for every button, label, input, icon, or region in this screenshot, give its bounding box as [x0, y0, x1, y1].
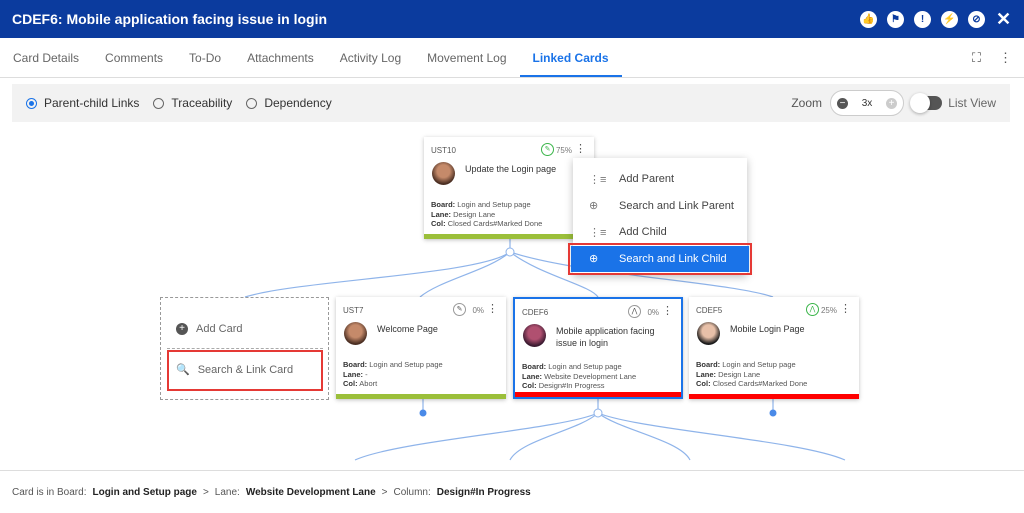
board-label: Card is in Board: [12, 486, 87, 498]
status-icon: ⋀ [628, 305, 641, 318]
menu-search-link-child[interactable]: ⊕ Search and Link Child [568, 242, 752, 275]
search-plus-icon: 🔍 [176, 364, 190, 376]
menu-add-child[interactable]: ⋮≡ Add Child [573, 219, 747, 246]
add-card-button[interactable]: + Add Card [176, 323, 242, 335]
avatar [523, 324, 546, 347]
lane-label: Lane: [214, 486, 240, 498]
col-label: Col: [522, 381, 537, 390]
card-id: UST10 [431, 146, 456, 155]
card-color-bar [424, 234, 594, 239]
card-id: CDEF5 [696, 306, 723, 315]
menu-label: Add Child [619, 226, 667, 239]
status-icon: ✎ [453, 303, 466, 316]
card-id: CDEF6 [522, 308, 549, 317]
lane-value: Website Development Lane [544, 371, 637, 381]
lane-value: Website Development Lane [245, 486, 376, 498]
column-value: Design#In Progress [436, 486, 531, 498]
board-label: Board: [343, 360, 368, 369]
plus-circle-icon: + [176, 323, 188, 335]
card-id: UST7 [343, 306, 364, 315]
breadcrumb: Card is in Board: Login and Setup page >… [0, 470, 1024, 513]
card-context-menu: ⋮≡ Add Parent ⊕ Search and Link Parent ⋮≡ A… [568, 158, 752, 275]
board-value: Login and Setup page [369, 360, 443, 369]
lane-label: Lane: [343, 369, 364, 379]
card-progress: 0% [647, 308, 659, 317]
avatar [344, 322, 367, 345]
col-value: Closed Cards#Marked Done [447, 219, 543, 228]
board-label: Board: [431, 200, 456, 209]
lane-label: Lane: [696, 369, 717, 379]
board-label: Board: [696, 360, 721, 369]
board-value: Login and Setup page [457, 200, 531, 209]
tree-icon: ⋮≡ [589, 173, 607, 186]
board-value: Login and Setup page [92, 486, 197, 498]
add-card-label: Add Card [196, 323, 243, 335]
card-title: Welcome Page [377, 324, 438, 334]
card-progress: 75% [555, 146, 572, 155]
menu-add-parent[interactable]: ⋮≡ Add Parent [573, 166, 747, 193]
col-label: Col: [431, 219, 446, 228]
card-menu-icon[interactable]: ⋮ [662, 304, 673, 317]
card-color-bar [689, 394, 859, 399]
column-label: Column: [393, 486, 431, 498]
lane-label: Lane: [522, 371, 543, 381]
child-card[interactable]: UST7 ✎ 0% ⋮ Welcome Page Board: Login an… [336, 297, 506, 399]
parent-card[interactable]: UST10 ✎ 75% ⋮ Update the Login page Boar… [424, 137, 594, 239]
card-title: Mobile application facing issue in login [556, 326, 655, 348]
lane-value: Design Lane [718, 369, 761, 379]
current-card[interactable]: CDEF6 ⋀ 0% ⋮ Mobile application facing i… [513, 297, 683, 399]
board-value: Login and Setup page [548, 362, 622, 371]
col-value: Closed Cards#Marked Done [712, 379, 808, 388]
card-color-bar [515, 392, 681, 397]
add-link-box: + Add Card 🔍 Search & Link Card [160, 297, 329, 400]
card-progress: 0% [472, 306, 484, 315]
col-value: Abort [359, 379, 378, 388]
card-menu-icon[interactable]: ⋮ [487, 302, 498, 315]
lane-value: Design Lane [453, 209, 496, 219]
search-plus-icon: ⊕ [589, 253, 599, 266]
search-link-label: Search & Link Card [197, 363, 294, 376]
status-icon: ✎ [541, 143, 554, 156]
search-link-card-button[interactable]: 🔍 Search & Link Card [176, 363, 294, 377]
card-title: Mobile Login Page [730, 324, 805, 334]
board-label: Board: [522, 362, 547, 371]
lane-value: - [365, 369, 368, 379]
avatar [697, 322, 720, 345]
search-plus-icon: ⊕ [589, 200, 599, 213]
col-label: Col: [343, 379, 358, 388]
menu-label: Search and Link Child [619, 252, 727, 265]
col-label: Col: [696, 379, 711, 388]
card-menu-icon[interactable]: ⋮ [840, 302, 851, 315]
board-value: Login and Setup page [722, 360, 796, 369]
avatar [432, 162, 455, 185]
card-color-bar [336, 394, 506, 399]
status-icon: ⋀ [806, 303, 819, 316]
lane-label: Lane: [431, 209, 452, 219]
separator: > [202, 486, 209, 498]
card-title: Update the Login page [465, 164, 557, 174]
child-card[interactable]: CDEF5 ⋀ 25% ⋮ Mobile Login Page Board: L… [689, 297, 859, 399]
menu-search-link-parent[interactable]: ⊕ Search and Link Parent [573, 193, 747, 220]
card-menu-icon[interactable]: ⋮ [575, 142, 586, 155]
separator: > [381, 486, 388, 498]
menu-label: Search and Link Parent [619, 199, 734, 212]
tree-icon: ⋮≡ [589, 226, 607, 239]
card-progress: 25% [820, 306, 837, 315]
col-value: Design#In Progress [538, 381, 605, 390]
menu-label: Add Parent [619, 173, 675, 186]
